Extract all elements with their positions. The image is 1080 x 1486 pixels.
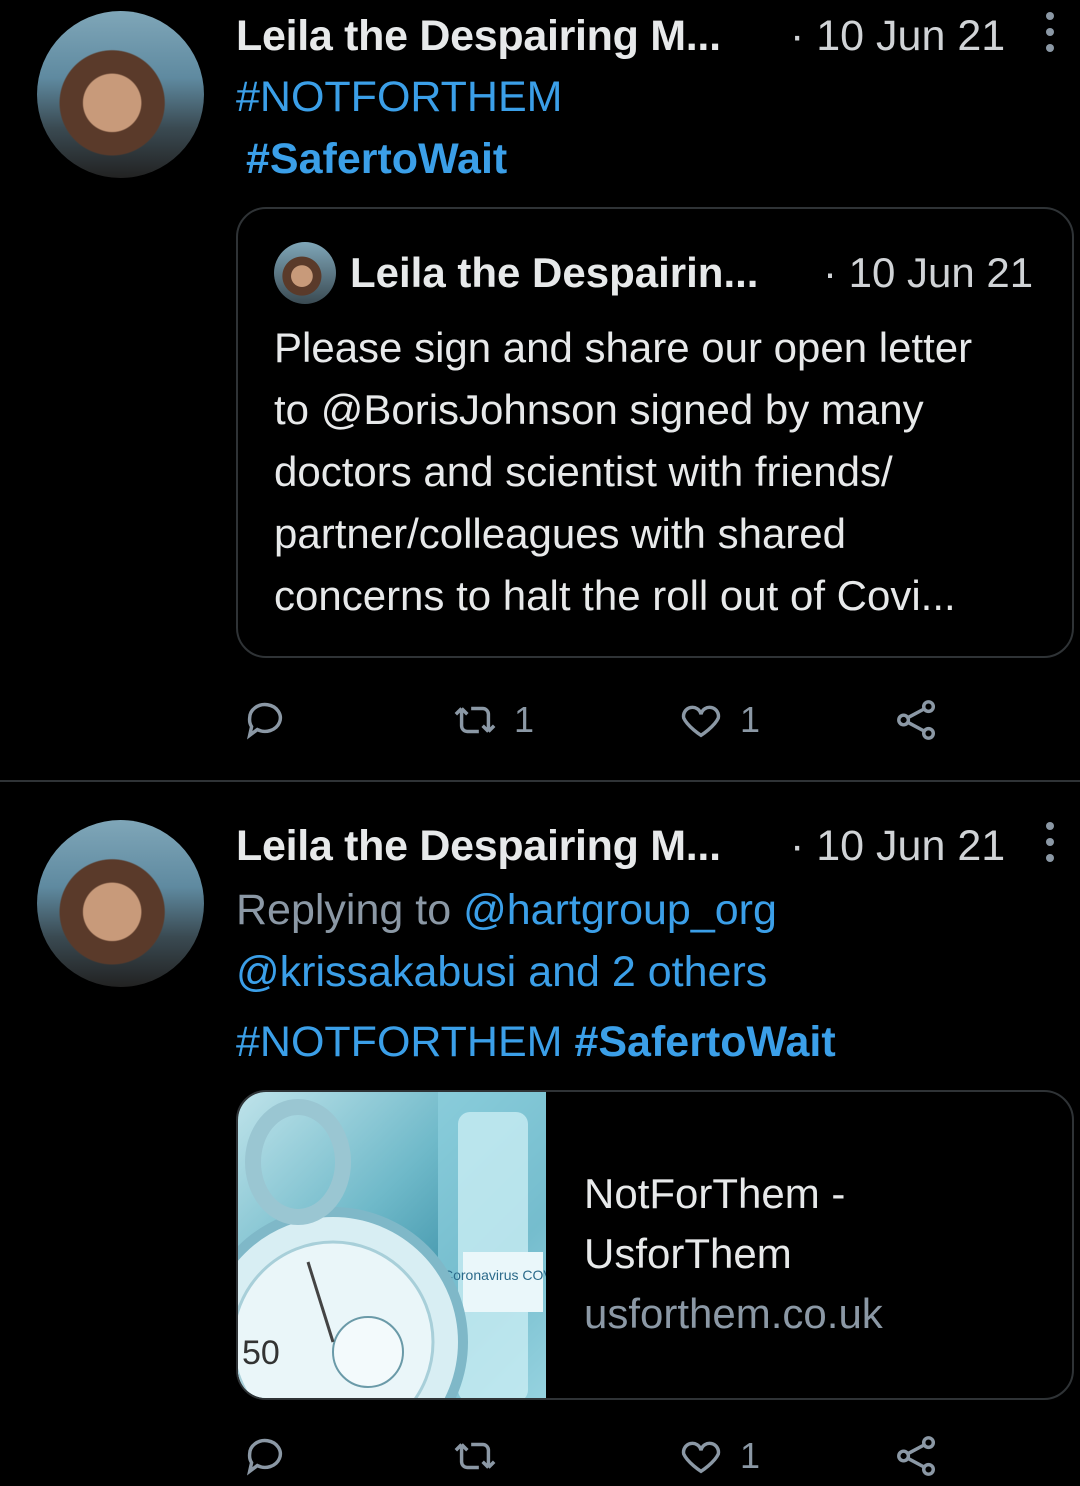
- author-name[interactable]: Leila the Despairing M...: [236, 822, 721, 871]
- share-button[interactable]: [894, 1426, 940, 1486]
- like-button[interactable]: 1: [678, 690, 760, 750]
- replying-to: Replying to @hartgroup_org: [236, 886, 777, 935]
- mention-hartgroup[interactable]: @hartgroup_org: [463, 886, 777, 934]
- hashtag-notforthem[interactable]: #NOTFORTHEM: [236, 73, 563, 122]
- link-card-text: NotForThem - UsforThem usforthem.co.uk: [584, 1164, 883, 1344]
- vaccine-label-text: Coronavirus COVID VACCINE: [443, 1267, 546, 1283]
- stopwatch-number: 50: [242, 1334, 280, 1372]
- quoted-author-avatar: [274, 242, 336, 304]
- link-card-title-line: UsforThem: [584, 1230, 792, 1277]
- reply-icon: [246, 702, 283, 740]
- hashtag-safertowait[interactable]: #SafertoWait: [574, 1018, 835, 1066]
- tweet-date[interactable]: · 10 Jun 21: [790, 12, 1005, 61]
- tweet-actions: 1: [0, 1426, 1080, 1486]
- more-options-icon[interactable]: [1040, 12, 1060, 62]
- share-icon: [897, 700, 936, 740]
- author-avatar[interactable]: [37, 11, 204, 178]
- tweet-date[interactable]: · 10 Jun 21: [790, 822, 1005, 871]
- more-options-icon[interactable]: [1040, 822, 1060, 872]
- hashtag-safertowait[interactable]: #SafertoWait: [246, 135, 507, 184]
- author-name[interactable]: Leila the Despairing M...: [236, 12, 721, 61]
- author-avatar[interactable]: [37, 820, 204, 987]
- quoted-text-line: Please sign and share our open letter: [274, 324, 973, 371]
- replying-others[interactable]: and 2 others: [528, 948, 767, 996]
- tweet-2[interactable]: Leila the Despairing M... · 10 Jun 21 Re…: [0, 782, 1080, 1476]
- quoted-tweet-text: Please sign and share our open letter to…: [274, 317, 1054, 627]
- like-button[interactable]: 1: [678, 1426, 760, 1486]
- retweet-icon: [454, 706, 496, 734]
- quoted-text-line: partner/colleagues with shared: [274, 510, 847, 557]
- quoted-tweet-date: · 10 Jun 21: [823, 249, 1034, 296]
- tweet-text: #NOTFORTHEM #SafertoWait: [236, 1018, 836, 1067]
- share-button[interactable]: [894, 690, 940, 750]
- retweet-icon: [454, 1442, 496, 1470]
- link-card-title-line: NotForThem -: [584, 1170, 846, 1217]
- like-count: 1: [740, 699, 761, 740]
- tweet-1[interactable]: Leila the Despairing M... · 10 Jun 21 #N…: [0, 0, 1080, 780]
- mention-krissakabusi[interactable]: @krissakabusi: [236, 948, 516, 996]
- like-count: 1: [740, 1435, 761, 1476]
- link-card[interactable]: Coronavirus COVID VACCINE 50 NotForThem …: [236, 1090, 1074, 1400]
- reply-button[interactable]: [242, 1426, 288, 1486]
- link-card-image: Coronavirus COVID VACCINE 50: [238, 1092, 632, 1398]
- tweet-actions: 1 1: [0, 690, 1080, 750]
- hashtag-notforthem[interactable]: #NOTFORTHEM: [236, 1018, 563, 1066]
- quoted-text-line: concerns to halt the roll out of Covi...: [274, 572, 956, 619]
- reply-icon: [246, 1438, 283, 1476]
- quoted-text-line: to @BorisJohnson signed by many: [274, 386, 924, 433]
- share-icon: [897, 1436, 936, 1476]
- replying-to-line2: @krissakabusi and 2 others: [236, 948, 767, 997]
- heart-icon: [681, 1441, 721, 1474]
- retweet-button[interactable]: [452, 1426, 498, 1486]
- reply-button[interactable]: [242, 690, 288, 750]
- link-card-domain: usforthem.co.uk: [584, 1290, 883, 1337]
- heart-icon: [681, 705, 721, 738]
- quoted-text-line: doctors and scientist with friends/: [274, 448, 893, 495]
- retweet-count: 1: [514, 699, 535, 740]
- quoted-author-name: Leila the Despairin...: [350, 249, 759, 296]
- stopwatch-vaccine-image: Coronavirus COVID VACCINE 50: [238, 1092, 632, 1398]
- retweet-button[interactable]: 1: [452, 690, 534, 750]
- link-card-title: NotForThem - UsforThem: [584, 1164, 883, 1284]
- replying-prefix: Replying to: [236, 886, 452, 934]
- quoted-tweet[interactable]: Leila the Despairin... · 10 Jun 21 Pleas…: [236, 207, 1074, 658]
